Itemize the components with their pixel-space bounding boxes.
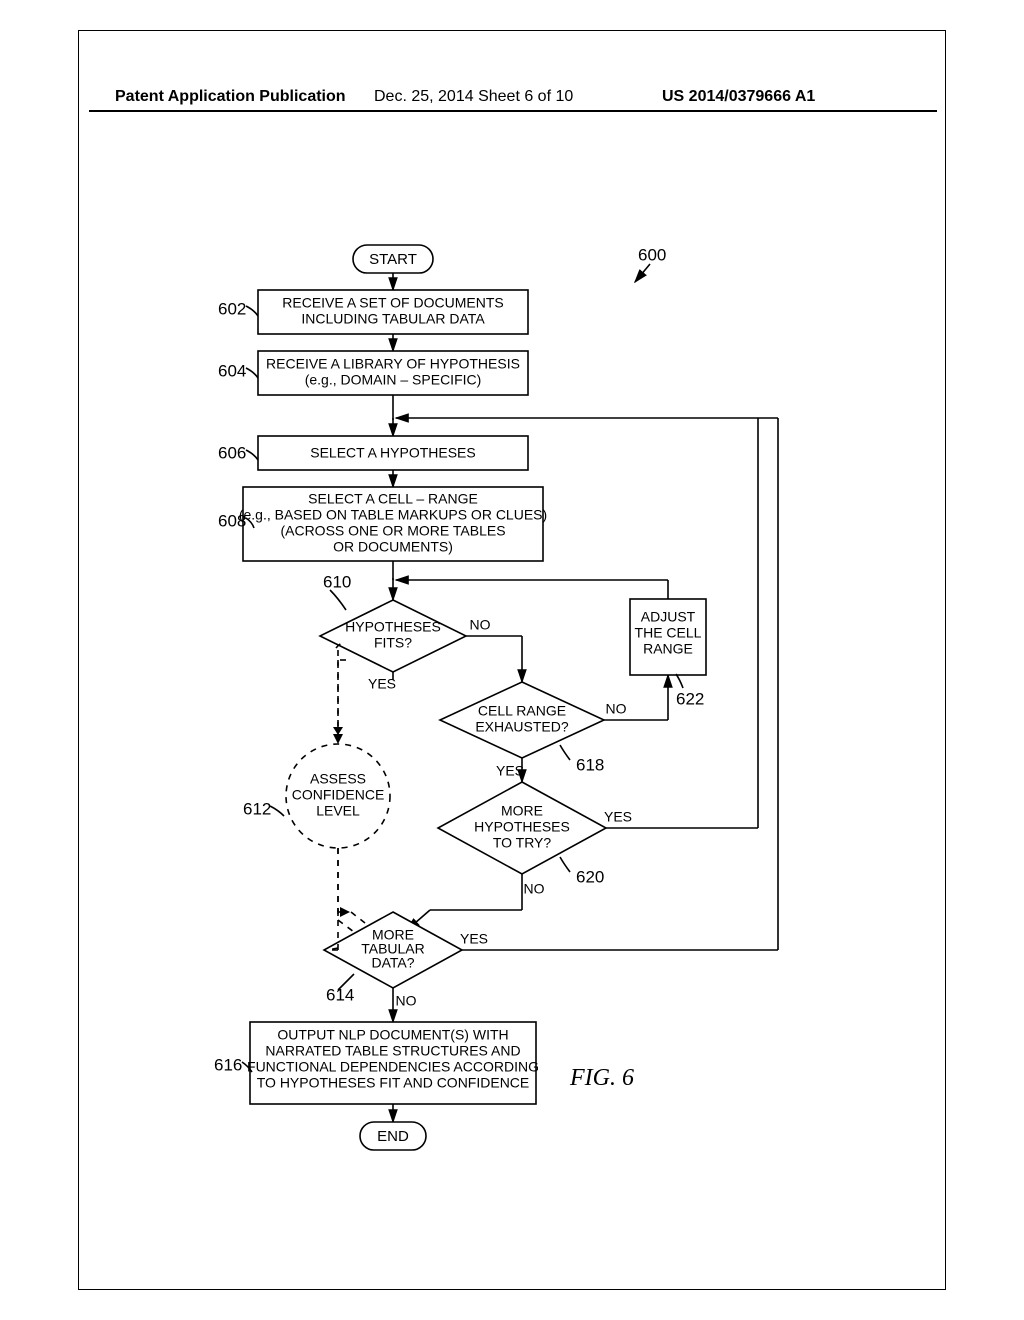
ref-620: 620 <box>576 867 604 886</box>
ref-608: 608 <box>218 511 246 530</box>
ref-604: 604 <box>218 361 246 380</box>
ref-602: 602 <box>218 299 246 318</box>
svg-text:RECEIVE A LIBRARY OF HYPOTHESI: RECEIVE A LIBRARY OF HYPOTHESIS <box>266 356 520 372</box>
page-header: Patent Application Publication Dec. 25, … <box>0 88 1024 108</box>
svg-text:SELECT A CELL – RANGE: SELECT A CELL – RANGE <box>308 491 478 507</box>
svg-text:CONFIDENCE: CONFIDENCE <box>292 787 385 803</box>
step-602-line1: RECEIVE A SET OF DOCUMENTS <box>282 295 503 311</box>
svg-text:HYPOTHESES: HYPOTHESES <box>474 819 570 835</box>
svg-text:ADJUST: ADJUST <box>641 609 696 625</box>
label-yes-610: YES <box>368 676 396 692</box>
svg-text:TO HYPOTHESES FIT AND CONFIDEN: TO HYPOTHESES FIT AND CONFIDENCE <box>257 1075 530 1091</box>
label-yes-618: YES <box>496 763 524 779</box>
ref-610: 610 <box>323 572 351 591</box>
flowchart: START 600 RECEIVE A SET OF DOCUMENTS INC… <box>78 120 946 1290</box>
svg-text:HYPOTHESES: HYPOTHESES <box>345 619 441 635</box>
svg-text:RANGE: RANGE <box>643 641 693 657</box>
label-yes-614: YES <box>460 931 488 947</box>
svg-text:OR DOCUMENTS): OR DOCUMENTS) <box>333 539 453 555</box>
label-no-620: NO <box>524 881 545 897</box>
svg-text:SELECT A HYPOTHESES: SELECT A HYPOTHESES <box>310 445 475 461</box>
svg-text:DATA?: DATA? <box>371 955 414 971</box>
svg-text:THE CELL: THE CELL <box>635 625 702 641</box>
svg-text:LEVEL: LEVEL <box>316 803 360 819</box>
svg-text:OUTPUT NLP DOCUMENT(S) WITH: OUTPUT NLP DOCUMENT(S) WITH <box>277 1027 508 1043</box>
ref-600: 600 <box>638 245 666 264</box>
start-label: START <box>369 251 417 268</box>
svg-text:(e.g., DOMAIN – SPECIFIC): (e.g., DOMAIN – SPECIFIC) <box>305 372 482 388</box>
ref-618: 618 <box>576 755 604 774</box>
svg-text:EXHAUSTED?: EXHAUSTED? <box>475 719 569 735</box>
header-right: US 2014/0379666 A1 <box>662 88 815 106</box>
ref-612: 612 <box>243 799 271 818</box>
svg-text:TO TRY?: TO TRY? <box>493 835 552 851</box>
ref-616: 616 <box>214 1055 242 1074</box>
label-no-610: NO <box>470 617 491 633</box>
ref-600-leader <box>635 264 650 282</box>
svg-text:(ACROSS ONE OR MORE TABLES: (ACROSS ONE OR MORE TABLES <box>280 523 505 539</box>
svg-text:NARRATED TABLE STRUCTURES AND: NARRATED TABLE STRUCTURES AND <box>265 1043 520 1059</box>
end-label: END <box>377 1128 409 1145</box>
svg-text:FITS?: FITS? <box>374 635 412 651</box>
ref-606: 606 <box>218 443 246 462</box>
svg-text:ASSESS: ASSESS <box>310 771 366 787</box>
step-602-line2: INCLUDING TABULAR DATA <box>301 311 485 327</box>
svg-text:MORE: MORE <box>501 803 543 819</box>
header-left: Patent Application Publication <box>115 88 346 106</box>
svg-text:FUNCTIONAL DEPENDENCIES ACCORD: FUNCTIONAL DEPENDENCIES ACCORDING <box>247 1059 539 1075</box>
svg-text:(e.g., BASED ON TABLE MARKUPS: (e.g., BASED ON TABLE MARKUPS OR CLUES) <box>239 507 547 523</box>
header-center: Dec. 25, 2014 Sheet 6 of 10 <box>374 88 573 106</box>
label-yes-620: YES <box>604 809 632 825</box>
ref-622: 622 <box>676 689 704 708</box>
page: Patent Application Publication Dec. 25, … <box>0 0 1024 1320</box>
ref-602-leader <box>246 306 258 316</box>
header-divider <box>89 110 937 112</box>
svg-text:CELL RANGE: CELL RANGE <box>478 703 566 719</box>
label-no-614: NO <box>396 993 417 1009</box>
label-no-618: NO <box>606 701 627 717</box>
